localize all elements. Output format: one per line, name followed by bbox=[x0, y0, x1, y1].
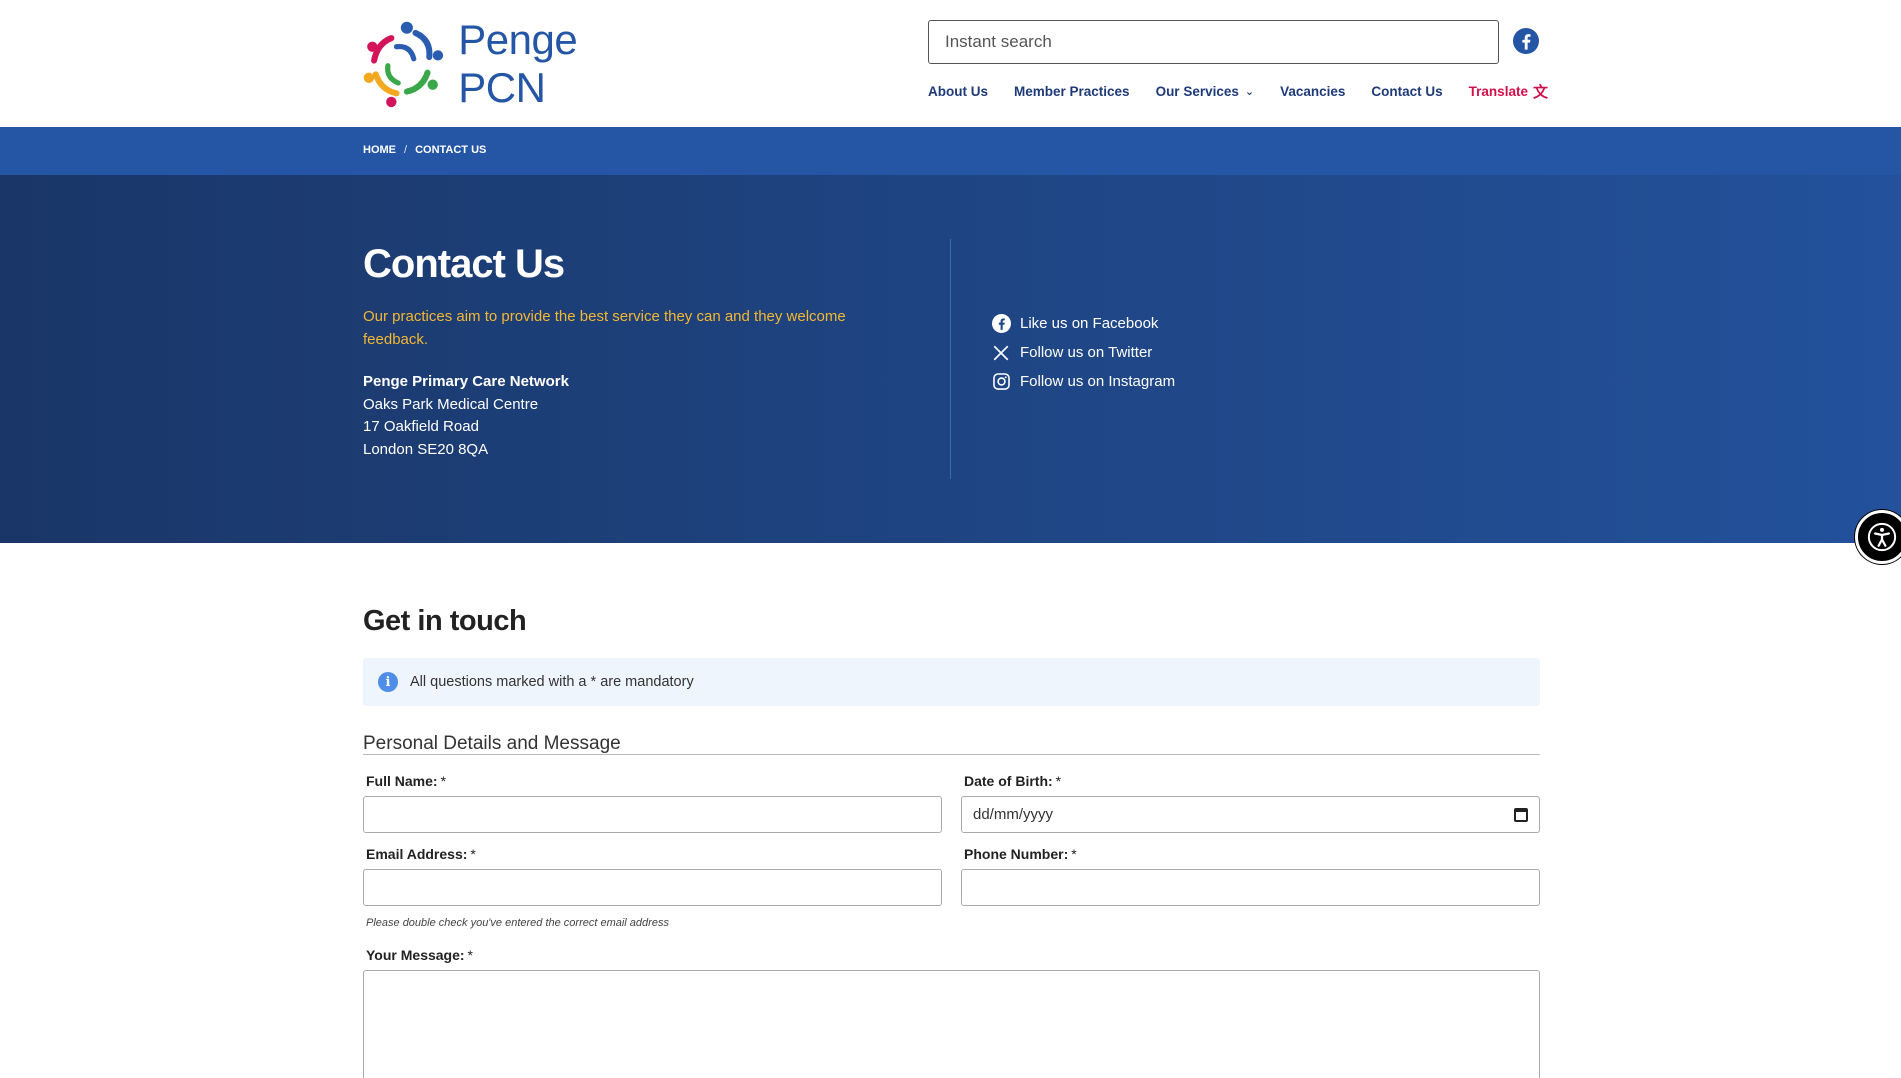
facebook-icon bbox=[991, 314, 1011, 334]
logo-mark-icon bbox=[363, 21, 444, 107]
email-label-text: Email Address: bbox=[366, 846, 468, 862]
page-title: Contact Us bbox=[363, 242, 565, 286]
info-icon: i bbox=[378, 672, 398, 692]
breadcrumb-separator: / bbox=[404, 144, 408, 156]
phone-label: Phone Number: * bbox=[964, 846, 1077, 862]
full-name-field[interactable] bbox=[363, 796, 942, 833]
dob-placeholder: dd/mm/yyyy bbox=[973, 806, 1054, 823]
mandatory-notice-text: All questions marked with a * are mandat… bbox=[410, 674, 694, 690]
required-mark: * bbox=[467, 947, 473, 963]
nav-our-services[interactable]: Our Services ⌄ bbox=[1156, 84, 1255, 99]
full-name-label-text: Full Name: bbox=[366, 773, 438, 789]
social-facebook-link[interactable]: Like us on Facebook bbox=[991, 309, 1175, 338]
breadcrumb: HOME / CONTACT US bbox=[363, 144, 486, 156]
main-nav: About Us Member Practices Our Services ⌄… bbox=[928, 81, 1548, 102]
form-section-title: Get in touch bbox=[363, 605, 527, 637]
address-line-2: 17 Oakfield Road bbox=[363, 418, 479, 435]
mandatory-notice: i All questions marked with a * are mand… bbox=[363, 658, 1540, 706]
address-block: Penge Primary Care Network Oaks Park Med… bbox=[363, 371, 569, 461]
chevron-down-icon: ⌄ bbox=[1244, 86, 1255, 98]
phone-label-text: Phone Number: bbox=[964, 846, 1069, 862]
hero-divider bbox=[950, 239, 951, 479]
social-links: Like us on Facebook Follow us on Twitter… bbox=[991, 309, 1175, 396]
x-twitter-icon bbox=[991, 343, 1011, 363]
nav-our-services-label: Our Services bbox=[1155, 84, 1239, 99]
hero-lead-text: Our practices aim to provide the best se… bbox=[363, 308, 846, 348]
nav-about-us[interactable]: About Us bbox=[928, 84, 988, 99]
contact-hero: Contact Us Our practices aim to provide … bbox=[0, 175, 1901, 543]
social-facebook-label: Like us on Facebook bbox=[1020, 315, 1159, 332]
breadcrumb-bar: HOME / CONTACT US bbox=[0, 127, 1901, 175]
site-header: Penge PCN About Us Member Practices Our … bbox=[0, 0, 1901, 127]
nav-vacancies[interactable]: Vacancies bbox=[1280, 84, 1345, 99]
fieldset-divider bbox=[363, 754, 1540, 755]
dob-label: Date of Birth: * bbox=[964, 773, 1061, 789]
site-logo[interactable]: Penge PCN bbox=[362, 16, 662, 111]
email-label: Email Address: * bbox=[366, 846, 476, 862]
message-field[interactable] bbox=[363, 970, 1540, 1078]
calendar-icon[interactable] bbox=[1514, 807, 1528, 822]
social-instagram-link[interactable]: Follow us on Instagram bbox=[991, 367, 1175, 396]
search-input[interactable] bbox=[928, 20, 1499, 64]
address-line-1: Oaks Park Medical Centre bbox=[363, 395, 539, 413]
phone-field[interactable] bbox=[961, 869, 1540, 906]
nav-contact-us[interactable]: Contact Us bbox=[1371, 84, 1442, 99]
required-mark: * bbox=[440, 773, 447, 789]
social-instagram-label: Follow us on Instagram bbox=[1020, 373, 1176, 390]
breadcrumb-home[interactable]: HOME bbox=[363, 144, 396, 156]
full-name-label: Full Name: * bbox=[366, 773, 446, 789]
email-hint: Please double check you've entered the c… bbox=[366, 917, 669, 929]
social-twitter-label: Follow us on Twitter bbox=[1020, 344, 1153, 361]
translate-icon: 文 bbox=[1532, 84, 1548, 101]
social-twitter-link[interactable]: Follow us on Twitter bbox=[991, 338, 1175, 367]
nav-member-practices[interactable]: Member Practices bbox=[1014, 84, 1130, 99]
translate-button[interactable]: Translate 文 bbox=[1469, 81, 1548, 102]
accessibility-button[interactable] bbox=[1855, 510, 1901, 564]
required-mark: * bbox=[470, 846, 476, 862]
address-org: Penge Primary Care Network bbox=[363, 373, 569, 390]
accessibility-icon bbox=[1867, 522, 1897, 552]
fieldset-legend: Personal Details and Message bbox=[363, 733, 621, 754]
logo-text: Penge PCN bbox=[458, 15, 578, 111]
facebook-icon[interactable] bbox=[1513, 28, 1539, 54]
breadcrumb-current: CONTACT US bbox=[415, 144, 487, 156]
message-label-text: Your Message: bbox=[366, 947, 465, 963]
dob-label-text: Date of Birth: bbox=[964, 773, 1053, 789]
dob-field[interactable]: dd/mm/yyyy bbox=[961, 796, 1540, 833]
required-mark: * bbox=[1055, 773, 1062, 789]
instagram-icon bbox=[991, 372, 1011, 392]
address-line-3: London SE20 8QA bbox=[363, 440, 489, 458]
message-label: Your Message: * bbox=[366, 947, 473, 963]
translate-label: Translate bbox=[1468, 84, 1528, 99]
required-mark: * bbox=[1071, 846, 1077, 862]
email-field[interactable] bbox=[363, 869, 942, 906]
